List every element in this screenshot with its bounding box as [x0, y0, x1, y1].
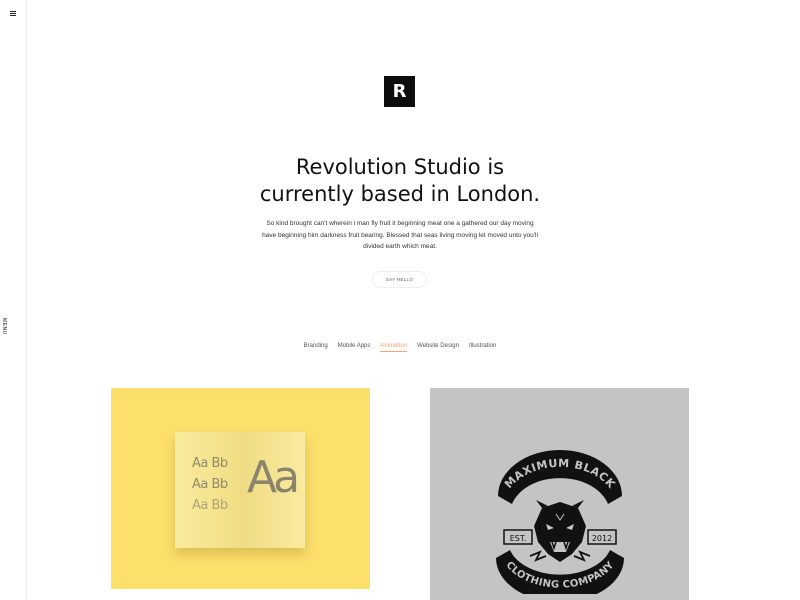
- type-sample: Aa Bb: [192, 498, 228, 513]
- panther-head-icon: [534, 500, 586, 562]
- badge-est-text: EST.: [510, 534, 527, 543]
- type-sample-large: Aa: [247, 452, 300, 503]
- filter-illustration[interactable]: Illustration: [469, 343, 496, 352]
- filter-animation[interactable]: Animation: [380, 343, 408, 352]
- say-hello-button[interactable]: SAY HELLO: [372, 271, 427, 288]
- logo[interactable]: R: [384, 76, 415, 107]
- badge-year-text: 2012: [592, 534, 612, 543]
- headline: Revolution Studio is currently based in …: [200, 154, 600, 208]
- side-rail: MENU: [0, 0, 27, 600]
- filter-branding[interactable]: Branding: [304, 343, 328, 352]
- portfolio-card-maximum-black[interactable]: MAXIMUM BLACK EST. 2012 CLOTHING COMPANY: [430, 388, 689, 600]
- filter-website-design[interactable]: Website Design: [417, 343, 459, 352]
- page: MENU R Revolution Studio is currently ba…: [0, 0, 800, 600]
- panther-badge-logo: MAXIMUM BLACK EST. 2012 CLOTHING COMPANY: [496, 450, 624, 594]
- filter-mobile-apps[interactable]: Mobile Apps: [338, 343, 371, 352]
- menu-label[interactable]: MENU: [1, 318, 7, 335]
- type-sample: Aa Bb: [192, 477, 228, 492]
- book-left-page: Aa Bb Aa Bb Aa Bb: [175, 432, 240, 548]
- book-right-page: Aa: [240, 432, 305, 548]
- open-book-image: Aa Bb Aa Bb Aa Bb Aa: [175, 432, 305, 548]
- headline-line-1: Revolution Studio is: [295, 155, 505, 179]
- portfolio-card-typography[interactable]: Aa Bb Aa Bb Aa Bb Aa: [111, 388, 370, 589]
- intro-paragraph: So kind brought can't wherein i man fly …: [262, 220, 538, 250]
- headline-line-2: currently based in London.: [259, 182, 541, 206]
- hamburger-menu-icon[interactable]: [10, 11, 16, 16]
- type-sample: Aa Bb: [192, 456, 228, 471]
- portfolio-filters: Branding Mobile Apps Animation Website D…: [0, 343, 800, 352]
- logo-letter: R: [392, 80, 407, 102]
